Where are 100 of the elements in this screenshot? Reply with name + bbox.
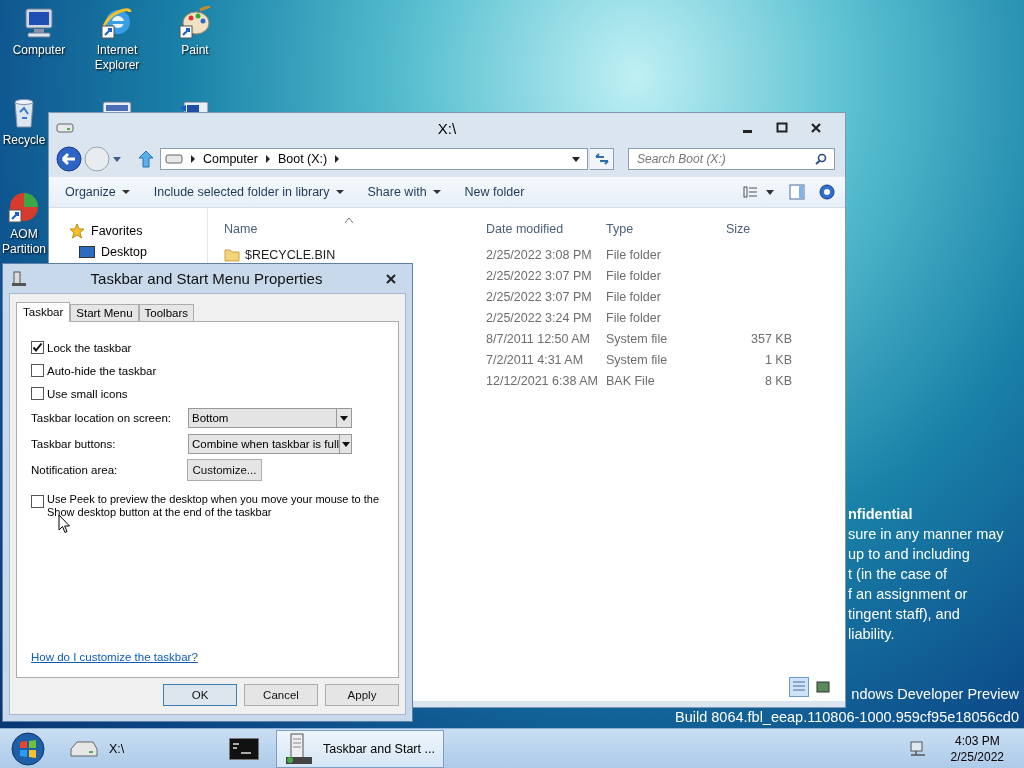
checkbox[interactable] (31, 495, 44, 508)
tab[interactable]: Toolbars (138, 304, 194, 321)
toolbar-button[interactable]: Organize (65, 185, 130, 199)
address-bar[interactable]: Computer Boot (X:) (160, 148, 588, 170)
notice-text: f an assignment or (848, 585, 969, 604)
help-link[interactable]: How do I customize the taskbar? (31, 651, 198, 663)
breadcrumb[interactable]: Boot (X:) (277, 152, 328, 166)
taskbar-button[interactable]: Taskbar and Start ... (276, 729, 444, 768)
caret-icon[interactable] (571, 155, 581, 163)
tab[interactable]: Start Menu (70, 304, 139, 321)
desktop-icon-label[interactable]: Internet Explorer (80, 43, 154, 73)
up-arrow-icon[interactable] (138, 150, 154, 168)
console-icon (229, 737, 259, 760)
setting-label: Taskbar location on screen: (31, 412, 172, 424)
table-cell: 1 KB (764, 352, 792, 367)
table-cell: File folder (606, 268, 661, 283)
palette-icon[interactable] (178, 6, 212, 40)
setting-label: Taskbar buttons: (31, 438, 117, 450)
toolbar-button[interactable]: New folder (464, 185, 525, 199)
table-cell: BAK File (606, 373, 655, 388)
table-cell: File folder (606, 289, 661, 304)
dialog-button[interactable]: OK (163, 684, 237, 706)
table-cell: 2/25/2022 3:24 PM (486, 310, 592, 325)
caret-icon[interactable] (341, 441, 350, 447)
window-title: X:\ (437, 119, 457, 137)
table-cell: 2/25/2022 3:08 PM (486, 247, 592, 262)
table-cell: File folder (606, 310, 661, 325)
close-icon[interactable] (810, 122, 822, 134)
column-header[interactable]: Name (224, 222, 486, 236)
nav-item[interactable]: Desktop (101, 244, 147, 259)
caret-icon[interactable] (121, 189, 130, 195)
network-icon[interactable] (908, 740, 927, 757)
dialog-button[interactable]: Cancel (244, 684, 318, 706)
table-cell: 8/7/2011 12:50 AM (486, 331, 591, 346)
star-icon (69, 222, 85, 239)
notice-text: liability. (848, 625, 896, 644)
checkbox[interactable] (31, 341, 44, 354)
checkbox-label[interactable]: Use Peek to preview the desktop when you move your mouse to the Show desktop button at the end of the taskbar (47, 493, 392, 519)
mouse-pointer-icon (58, 514, 71, 534)
table-cell: 2/25/2022 3:07 PM (486, 289, 592, 304)
build-text: Build 8064.fbl_eeap.110806-1000.959cf95e18056cd0 (675, 708, 1019, 727)
nav-item[interactable]: Favorites (91, 223, 143, 238)
checkbox[interactable] (31, 364, 44, 377)
notice-text: nfidential (848, 505, 914, 524)
caret-icon[interactable] (340, 415, 348, 421)
chevron-icon (190, 155, 196, 163)
notice-text: tingent staff), and (848, 605, 961, 624)
chevron-icon (334, 155, 341, 163)
chevron-icon (264, 155, 271, 163)
help-icon[interactable] (819, 184, 835, 200)
taskbar-button[interactable]: X:\ (56, 729, 212, 768)
table-cell: File folder (606, 247, 661, 262)
table-cell: 2/25/2022 3:07 PM (486, 268, 592, 283)
browser-e-icon[interactable] (100, 6, 134, 40)
column-header[interactable]: Type (606, 222, 726, 236)
drive-icon (165, 154, 183, 164)
table-cell: 357 KB (751, 331, 792, 346)
dropdown[interactable]: Bottom (188, 408, 352, 428)
column-header[interactable]: Date modified (486, 222, 606, 236)
clock[interactable]: 4:03 PM 2/25/2022 (950, 732, 1004, 765)
disk-partition-icon[interactable] (7, 190, 41, 224)
maximize-icon[interactable] (776, 122, 788, 134)
desktop-icon-label[interactable]: Paint (181, 43, 209, 58)
toolbar-button[interactable]: Include selected folder in library (153, 185, 344, 199)
start-button[interactable] (8, 730, 48, 767)
checkbox[interactable] (31, 387, 44, 400)
close-icon[interactable] (386, 273, 396, 284)
back-button[interactable] (56, 146, 82, 172)
drive-icon (69, 738, 99, 759)
computer-icon[interactable] (22, 6, 56, 40)
caret-icon[interactable] (432, 189, 441, 195)
dialog-button[interactable]: Apply (325, 684, 399, 706)
desktop-icon (79, 244, 95, 259)
table-cell: 12/12/2021 6:38 AM (486, 373, 598, 388)
column-header[interactable]: Size (726, 222, 792, 236)
caret-icon[interactable] (335, 189, 344, 195)
notice-text: sure in any manner may (848, 525, 1004, 544)
checkbox-label[interactable]: Lock the taskbar (47, 341, 132, 354)
dialog-title: Taskbar and Start Menu Properties (90, 270, 323, 287)
toolbar-button[interactable]: Share with (367, 185, 441, 199)
desktop-icon-label[interactable]: Computer (12, 43, 66, 58)
table-cell: 7/2/2011 4:31 AM (486, 352, 584, 367)
edition-text: ndows Developer Preview (851, 685, 1019, 704)
view-options-icon[interactable] (743, 185, 775, 199)
dropdown[interactable]: Combine when taskbar is full (188, 434, 352, 454)
taskbar-properties-icon (285, 732, 313, 765)
table-cell: 8 KB (764, 373, 792, 388)
table-cell: System file (606, 352, 668, 367)
tab[interactable]: Taskbar (16, 302, 71, 322)
search-field[interactable]: Search Boot (X:) (628, 148, 835, 170)
notice-text: up to and including (848, 545, 971, 564)
breadcrumb[interactable]: Computer (203, 152, 258, 166)
customize-button[interactable]: Customize... (187, 459, 262, 481)
desktop-icon-label[interactable]: AOM Partition (0, 227, 48, 257)
checkbox-label[interactable]: Use small icons (47, 387, 128, 400)
checkbox-label[interactable]: Auto-hide the taskbar (47, 364, 157, 377)
desktop-icon-label[interactable]: Recycle (2, 133, 46, 148)
drive-icon (56, 123, 74, 133)
search-icon[interactable] (815, 153, 827, 165)
file-name[interactable]: $RECYCLE.BIN (245, 247, 336, 262)
